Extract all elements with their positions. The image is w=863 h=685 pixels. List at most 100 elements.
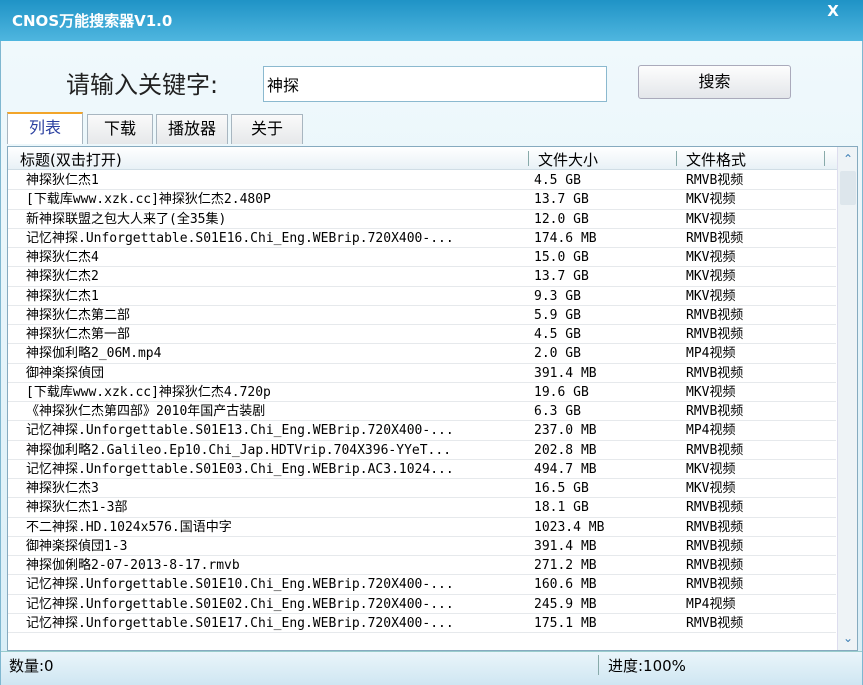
cell-size: 174.6 MB	[534, 230, 597, 246]
cell-size: 4.5 GB	[534, 173, 581, 188]
table-row[interactable]: [下载库www.xzk.cc]神探狄仁杰4.720p 19.6 GB MKV视频	[8, 383, 836, 402]
cell-title: [下载库www.xzk.cc]神探狄仁杰4.720p	[26, 384, 271, 400]
column-divider[interactable]	[528, 151, 529, 166]
cell-title: 记忆神探.Unforgettable.S01E17.Chi_Eng.WEBrip…	[26, 615, 454, 631]
cell-title: 神探狄仁杰第一部	[26, 327, 131, 342]
table-row[interactable]: 神探狄仁杰4 15.0 GB MKV视频	[8, 248, 836, 268]
cell-title: 神探伽俐略2-07-2013-8-17.rmvb	[26, 558, 240, 573]
cell-title: 神探狄仁杰1	[26, 173, 99, 188]
cell-size: 18.1 GB	[534, 500, 589, 516]
cell-size: 4.5 GB	[534, 327, 581, 342]
cell-format: RMVB视频	[686, 173, 744, 188]
cell-size: 391.4 MB	[534, 538, 597, 554]
cell-format: RMVB视频	[686, 577, 744, 593]
cell-size: 202.8 MB	[534, 442, 597, 458]
table-row[interactable]: 神探狄仁杰1-3部 18.1 GB RMVB视频	[8, 498, 836, 518]
keyword-label: 请输入关键字:	[66, 71, 219, 99]
cell-title: 御神楽探偵団	[26, 365, 105, 381]
cell-title: 不二神探.HD.1024x576.国语中字	[26, 519, 232, 535]
cell-title: 记忆神探.Unforgettable.S01E13.Chi_Eng.WEBrip…	[26, 423, 454, 439]
table-row[interactable]: 记忆神探.Unforgettable.S01E10.Chi_Eng.WEBrip…	[8, 575, 836, 595]
header-title[interactable]: 标题(双击打开)	[20, 149, 122, 170]
table-row[interactable]: 神探伽利略2_06M.mp4 2.0 GB MP4视频	[8, 344, 836, 364]
cell-title: 御神楽探偵団1-3	[26, 538, 128, 554]
results-list[interactable]: 标题(双击打开) 文件大小 文件格式 神探狄仁杰1 4.5 GB RMVB视频 [下载…	[7, 146, 858, 651]
scroll-down-icon[interactable]: ⌄	[838, 628, 857, 648]
cell-size: 6.3 GB	[534, 404, 581, 419]
tab-player[interactable]: 播放器	[156, 114, 228, 144]
cell-format: MP4视频	[686, 596, 736, 612]
column-divider[interactable]	[676, 151, 677, 166]
table-row[interactable]: 记忆神探.Unforgettable.S01E03.Chi_Eng.WEBrip…	[8, 460, 836, 479]
cell-format: MKV视频	[686, 192, 736, 208]
status-bar: 数量:0 进度:100%	[1, 651, 862, 685]
cell-title: 神探狄仁杰3	[26, 481, 99, 496]
table-row[interactable]: 御神楽探偵団1-3 391.4 MB RMVB视频	[8, 537, 836, 556]
cell-title: 记忆神探.Unforgettable.S01E10.Chi_Eng.WEBrip…	[26, 577, 454, 593]
scroll-up-icon[interactable]: ⌃	[838, 149, 857, 169]
cell-format: MKV视频	[686, 288, 736, 304]
table-row[interactable]: 神探狄仁杰第一部 4.5 GB RMVB视频	[8, 325, 836, 345]
tab-download[interactable]: 下载	[87, 114, 153, 144]
scroll-thumb[interactable]	[840, 171, 856, 205]
tab-list[interactable]: 列表	[7, 112, 83, 144]
cell-format: RMVB视频	[686, 442, 744, 458]
search-button[interactable]: 搜索	[638, 65, 791, 99]
table-row[interactable]: 御神楽探偵団 391.4 MB RMVB视频	[8, 364, 836, 383]
table-row[interactable]: 神探伽俐略2-07-2013-8-17.rmvb 271.2 MB RMVB视频	[8, 556, 836, 576]
cell-format: MP4视频	[686, 423, 736, 439]
cell-format: RMVB视频	[686, 538, 744, 554]
vertical-scrollbar[interactable]: ⌃ ⌄	[837, 147, 857, 650]
progress-status: 进度:100%	[608, 657, 686, 675]
cell-size: 5.9 GB	[534, 307, 581, 323]
cell-size: 245.9 MB	[534, 596, 597, 612]
cell-size: 13.7 GB	[534, 269, 589, 285]
table-row[interactable]: 记忆神探.Unforgettable.S01E17.Chi_Eng.WEBrip…	[8, 614, 836, 633]
tab-about[interactable]: 关于	[231, 114, 303, 144]
cell-format: MKV视频	[686, 211, 736, 227]
cell-size: 237.0 MB	[534, 423, 597, 439]
column-divider[interactable]	[824, 151, 825, 166]
cell-title: 记忆神探.Unforgettable.S01E16.Chi_Eng.WEBrip…	[26, 230, 454, 246]
cell-size: 391.4 MB	[534, 365, 597, 381]
table-row[interactable]: [下载库www.xzk.cc]神探狄仁杰2.480P 13.7 GB MKV视频	[8, 190, 836, 210]
table-row[interactable]: 神探狄仁杰2 13.7 GB MKV视频	[8, 267, 836, 287]
window-title: CNOS万能搜索器V1.0	[12, 12, 173, 30]
table-row[interactable]: 记忆神探.Unforgettable.S01E13.Chi_Eng.WEBrip…	[8, 421, 836, 441]
cell-size: 13.7 GB	[534, 192, 589, 208]
cell-format: RMVB视频	[686, 519, 744, 535]
cell-format: MP4视频	[686, 346, 736, 362]
list-header: 标题(双击打开) 文件大小 文件格式	[8, 147, 857, 170]
cell-title: 《神探狄仁杰第四部》2010年国产古装剧	[26, 404, 266, 419]
cell-format: RMVB视频	[686, 615, 744, 631]
count-status: 数量:0	[9, 657, 54, 675]
main-panel: 请输入关键字: 搜索 列表 下载 播放器 关于 标题(双击打开) 文件大小 文件…	[0, 41, 863, 685]
cell-size: 9.3 GB	[534, 288, 581, 304]
table-row[interactable]: 神探狄仁杰1 9.3 GB MKV视频	[8, 287, 836, 306]
cell-format: MKV视频	[686, 250, 736, 265]
keyword-input[interactable]	[263, 66, 607, 102]
cell-size: 271.2 MB	[534, 558, 597, 573]
table-row[interactable]: 新神探联盟之包大人来了(全35集) 12.0 GB MKV视频	[8, 210, 836, 229]
cell-format: RMVB视频	[686, 558, 744, 573]
cell-format: MKV视频	[686, 481, 736, 496]
table-row[interactable]: 记忆神探.Unforgettable.S01E02.Chi_Eng.WEBrip…	[8, 595, 836, 614]
cell-title: 新神探联盟之包大人来了(全35集)	[26, 211, 227, 227]
table-row[interactable]: 不二神探.HD.1024x576.国语中字 1023.4 MB RMVB视频	[8, 518, 836, 537]
table-row[interactable]: 《神探狄仁杰第四部》2010年国产古装剧 6.3 GB RMVB视频	[8, 402, 836, 422]
cell-title: 神探伽利略2_06M.mp4	[26, 346, 162, 362]
table-row[interactable]: 神探狄仁杰3 16.5 GB MKV视频	[8, 479, 836, 499]
header-size[interactable]: 文件大小	[538, 149, 598, 170]
cell-title: 神探狄仁杰4	[26, 250, 99, 265]
cell-format: RMVB视频	[686, 500, 744, 516]
table-row[interactable]: 神探狄仁杰1 4.5 GB RMVB视频	[8, 171, 836, 191]
cell-title: 记忆神探.Unforgettable.S01E03.Chi_Eng.WEBrip…	[26, 461, 454, 477]
header-format[interactable]: 文件格式	[686, 149, 746, 170]
cell-format: RMVB视频	[686, 307, 744, 323]
table-row[interactable]: 神探狄仁杰第二部 5.9 GB RMVB视频	[8, 306, 836, 325]
table-row[interactable]: 神探伽利略2.Galileo.Ep10.Chi_Jap.HDTVrip.704X…	[8, 441, 836, 460]
close-button[interactable]: X	[820, 2, 846, 22]
table-row[interactable]: 记忆神探.Unforgettable.S01E16.Chi_Eng.WEBrip…	[8, 229, 836, 248]
cell-size: 15.0 GB	[534, 250, 589, 265]
cell-size: 160.6 MB	[534, 577, 597, 593]
